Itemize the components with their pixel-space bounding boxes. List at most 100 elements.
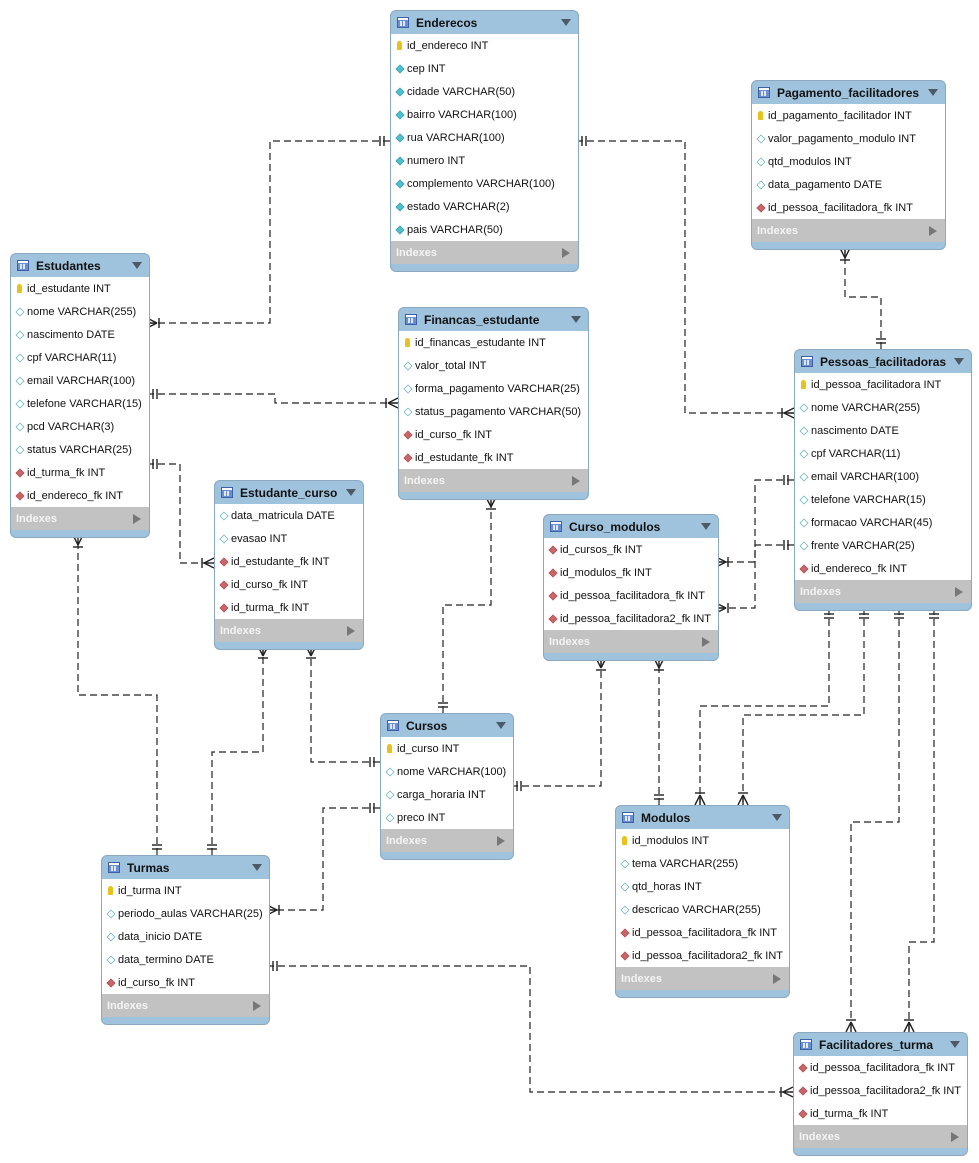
indexes-section[interactable]: Indexes xyxy=(215,619,363,642)
table-header[interactable]: Financas_estudante xyxy=(399,308,588,331)
table-estudante-curso[interactable]: Estudante_curso data_matricula DATE evasao… xyxy=(214,480,364,650)
relationship-line[interactable] xyxy=(147,463,214,564)
expand-arrow-icon[interactable] xyxy=(497,836,505,846)
column-row[interactable]: id_pessoa_facilitadora2_fk INT xyxy=(544,607,718,630)
column-row[interactable]: nascimento DATE xyxy=(11,323,149,346)
expand-arrow-icon[interactable] xyxy=(951,1132,959,1142)
column-row[interactable]: id_endereco_fk INT xyxy=(795,557,971,580)
expand-arrow-icon[interactable] xyxy=(562,248,570,258)
column-row[interactable]: qtd_modulos INT xyxy=(752,150,945,173)
collapse-arrow-icon[interactable] xyxy=(252,864,262,871)
table-cursos[interactable]: Cursos id_curso INT nome VARCHAR(100) carga… xyxy=(380,713,514,860)
table-header[interactable]: Enderecos xyxy=(391,11,578,34)
relationship-line[interactable] xyxy=(844,248,882,349)
indexes-section[interactable]: Indexes xyxy=(544,630,718,653)
table-header[interactable]: Cursos xyxy=(381,714,513,737)
relationship-line[interactable] xyxy=(716,544,794,609)
indexes-section[interactable]: Indexes xyxy=(616,967,789,990)
column-row[interactable]: id_financas_estudante INT xyxy=(399,331,588,354)
relationship-line[interactable] xyxy=(850,608,900,1032)
column-row[interactable]: nome VARCHAR(100) xyxy=(381,760,513,783)
expand-arrow-icon[interactable] xyxy=(253,1001,261,1011)
table-curso-modulos[interactable]: Curso_modulos id_cursos_fk INT id_modulos_… xyxy=(543,514,719,661)
column-row[interactable]: rua VARCHAR(100) xyxy=(391,126,578,149)
column-row[interactable]: valor_pagamento_modulo INT xyxy=(752,127,945,150)
column-row[interactable]: pcd VARCHAR(3) xyxy=(11,415,149,438)
column-row[interactable]: id_pessoa_facilitadora_fk INT xyxy=(794,1056,967,1079)
column-row[interactable]: cpf VARCHAR(11) xyxy=(11,346,149,369)
column-row[interactable]: id_turma_fk INT xyxy=(11,461,149,484)
column-row[interactable]: estado VARCHAR(2) xyxy=(391,195,578,218)
relationship-line[interactable] xyxy=(211,646,264,855)
table-facilitadores-turma[interactable]: Facilitadores_turma id_pessoa_facilitador… xyxy=(793,1032,968,1156)
indexes-section[interactable]: Indexes xyxy=(399,469,588,492)
expand-arrow-icon[interactable] xyxy=(702,637,710,647)
column-row[interactable]: carga_horaria INT xyxy=(381,783,513,806)
column-row[interactable]: preco INT xyxy=(381,806,513,829)
table-enderecos[interactable]: Enderecos id_endereco INT cep INT cidade VA… xyxy=(390,10,579,272)
column-row[interactable]: email VARCHAR(100) xyxy=(11,369,149,392)
relationship-line[interactable] xyxy=(442,497,492,713)
column-row[interactable]: id_pessoa_facilitadora2_fk INT xyxy=(794,1079,967,1102)
collapse-arrow-icon[interactable] xyxy=(346,489,356,496)
column-row[interactable]: nome VARCHAR(255) xyxy=(795,396,971,419)
collapse-arrow-icon[interactable] xyxy=(132,262,142,269)
table-financas-estudante[interactable]: Financas_estudante id_financas_estudante … xyxy=(398,307,589,500)
column-row[interactable]: pais VARCHAR(50) xyxy=(391,218,578,241)
relationship-line[interactable] xyxy=(147,393,398,404)
column-row[interactable]: status_pagamento VARCHAR(50) xyxy=(399,400,588,423)
column-row[interactable]: id_curso INT xyxy=(381,737,513,760)
column-row[interactable]: id_turma_fk INT xyxy=(215,596,363,619)
column-row[interactable]: id_curso_fk INT xyxy=(215,573,363,596)
column-row[interactable]: data_termino DATE xyxy=(102,948,269,971)
expand-arrow-icon[interactable] xyxy=(773,974,781,984)
table-pagamento-facilitadores[interactable]: Pagamento_facilitadores id_pagamento_faci… xyxy=(751,80,946,250)
column-row[interactable]: forma_pagamento VARCHAR(25) xyxy=(399,377,588,400)
column-row[interactable]: id_estudante_fk INT xyxy=(399,446,588,469)
relationship-line[interactable] xyxy=(699,608,830,805)
indexes-section[interactable]: Indexes xyxy=(794,1125,967,1148)
relationship-line[interactable] xyxy=(716,479,794,563)
column-row[interactable]: qtd_horas INT xyxy=(616,875,789,898)
column-row[interactable]: id_pessoa_facilitadora_fk INT xyxy=(616,921,789,944)
indexes-section[interactable]: Indexes xyxy=(795,580,971,603)
collapse-arrow-icon[interactable] xyxy=(561,19,571,26)
collapse-arrow-icon[interactable] xyxy=(701,523,711,530)
table-header[interactable]: Pessoas_facilitadoras xyxy=(795,350,971,373)
column-row[interactable]: descricao VARCHAR(255) xyxy=(616,898,789,921)
column-row[interactable]: id_estudante INT xyxy=(11,277,149,300)
column-row[interactable]: email VARCHAR(100) xyxy=(795,465,971,488)
column-row[interactable]: id_pagamento_facilitador INT xyxy=(752,104,945,127)
table-pessoas-facilitadoras[interactable]: Pessoas_facilitadoras id_pessoa_facilitad… xyxy=(794,349,972,611)
column-row[interactable]: valor_total INT xyxy=(399,354,588,377)
column-row[interactable]: nascimento DATE xyxy=(795,419,971,442)
column-row[interactable]: telefone VARCHAR(15) xyxy=(795,488,971,511)
expand-arrow-icon[interactable] xyxy=(572,476,580,486)
table-header[interactable]: Estudante_curso xyxy=(215,481,363,504)
column-row[interactable]: id_cursos_fk INT xyxy=(544,538,718,561)
column-row[interactable]: id_curso_fk INT xyxy=(399,423,588,446)
column-row[interactable]: id_pessoa_facilitadora_fk INT xyxy=(544,584,718,607)
table-header[interactable]: Facilitadores_turma xyxy=(794,1033,967,1056)
column-row[interactable]: id_curso_fk INT xyxy=(102,971,269,994)
indexes-section[interactable]: Indexes xyxy=(381,829,513,852)
column-row[interactable]: data_pagamento DATE xyxy=(752,173,945,196)
indexes-section[interactable]: Indexes xyxy=(391,241,578,264)
column-row[interactable]: tema VARCHAR(255) xyxy=(616,852,789,875)
column-row[interactable]: id_turma_fk INT xyxy=(794,1102,967,1125)
column-row[interactable]: id_modulos INT xyxy=(616,829,789,852)
indexes-section[interactable]: Indexes xyxy=(752,219,945,242)
table-header[interactable]: Modulos xyxy=(616,806,789,829)
column-row[interactable]: cep INT xyxy=(391,57,578,80)
table-header[interactable]: Turmas xyxy=(102,856,269,879)
relationship-line[interactable] xyxy=(77,535,158,855)
column-row[interactable]: nome VARCHAR(255) xyxy=(11,300,149,323)
collapse-arrow-icon[interactable] xyxy=(950,1041,960,1048)
indexes-section[interactable]: Indexes xyxy=(11,507,149,530)
expand-arrow-icon[interactable] xyxy=(955,587,963,597)
column-row[interactable]: id_pessoa_facilitadora2_fk INT xyxy=(616,944,789,967)
column-row[interactable]: frente VARCHAR(25) xyxy=(795,534,971,557)
column-row[interactable]: id_endereco_fk INT xyxy=(11,484,149,507)
column-row[interactable]: id_estudante_fk INT xyxy=(215,550,363,573)
table-modulos[interactable]: Modulos id_modulos INT tema VARCHAR(255) qt… xyxy=(615,805,790,998)
